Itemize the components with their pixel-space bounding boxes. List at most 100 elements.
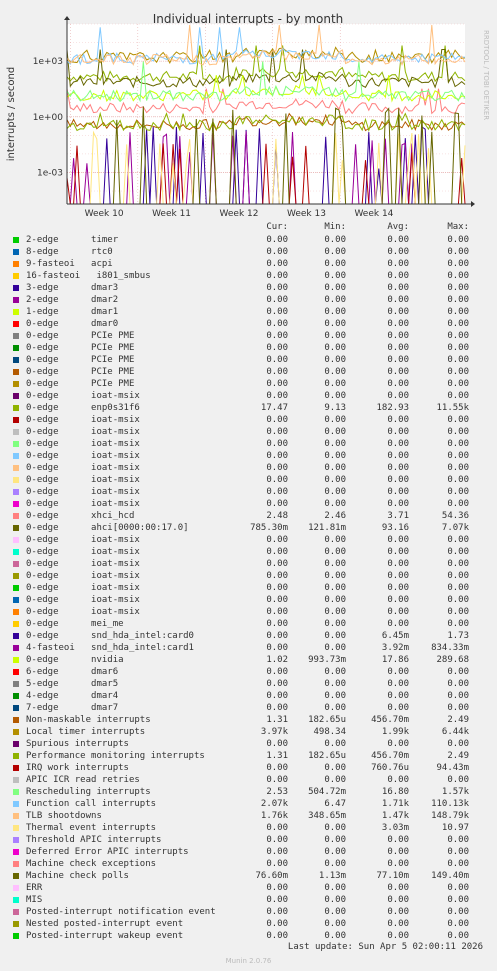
- legend-swatch: [13, 585, 19, 591]
- legend-row: 7-edge dmar7 0.00 0.00 0.00 0.00: [0, 702, 497, 714]
- legend-avg-value: 0.00: [387, 919, 409, 929]
- legend-avg-value: 0.00: [387, 283, 409, 293]
- legend-avg-value: 0.00: [387, 343, 409, 353]
- legend-label: Deferred Error APIC interrupts: [26, 847, 189, 857]
- legend-min-value: 504.72m: [308, 787, 346, 797]
- legend-label: 0-edge ioat-msix: [26, 571, 140, 581]
- legend-row: 0-edge ioat-msix 0.00 0.00 0.00 0.00: [0, 474, 497, 486]
- legend-max-value: 0.00: [447, 847, 469, 857]
- legend-label: 4-fasteoi snd_hda_intel:card1: [26, 643, 194, 653]
- legend-label: 16-fasteoi i801_smbus: [26, 271, 151, 281]
- legend-row: 0-edge dmar0 0.00 0.00 0.00 0.00: [0, 318, 497, 330]
- legend-swatch: [13, 537, 19, 543]
- legend-swatch: [13, 705, 19, 711]
- legend-avg-value: 6.45m: [381, 631, 409, 641]
- legend-row: 0-edge ioat-msix 0.00 0.00 0.00 0.00: [0, 414, 497, 426]
- legend-swatch: [13, 609, 19, 615]
- x-tick-label: Week 10: [85, 209, 124, 219]
- legend-avg-value: 182.93: [376, 403, 409, 413]
- legend-swatch: [13, 837, 19, 843]
- legend-row: Machine check exceptions 0.00 0.00 0.00 0.00: [0, 858, 497, 870]
- legend-row: Rescheduling interrupts 2.53 504.72m 16.80 1…: [0, 786, 497, 798]
- legend-min-value: 0.00: [324, 919, 346, 929]
- legend-avg-value: 0.00: [387, 895, 409, 905]
- legend-cur-value: 0.00: [266, 463, 288, 473]
- legend-min-value: 0.00: [324, 439, 346, 449]
- legend-swatch: [13, 513, 19, 519]
- legend-label: Posted-interrupt wakeup event: [26, 931, 184, 941]
- legend-swatch: [13, 525, 19, 531]
- legend-row: 0-edge PCIe PME 0.00 0.00 0.00 0.00: [0, 354, 497, 366]
- legend-swatch: [13, 309, 19, 315]
- legend-label: 2-edge timer: [26, 235, 119, 245]
- legend-row: 0-edge xhci_hcd 2.48 2.46 3.71 54.36: [0, 510, 497, 522]
- legend-label: 9-fasteoi acpi: [26, 259, 113, 269]
- legend-label: 0-edge xhci_hcd: [26, 511, 135, 521]
- legend-row: 0-edge ioat-msix 0.00 0.00 0.00 0.00: [0, 606, 497, 618]
- legend-max-value: 0.00: [447, 583, 469, 593]
- legend-row: 4-fasteoi snd_hda_intel:card1 0.00 0.00 3.9…: [0, 642, 497, 654]
- legend-label: 0-edge PCIe PME: [26, 343, 135, 353]
- col-header-avg: Avg:: [387, 222, 409, 232]
- legend-label: Thermal event interrupts: [26, 823, 157, 833]
- legend-avg-value: 0.00: [387, 259, 409, 269]
- legend-swatch: [13, 321, 19, 327]
- legend-cur-value: 0.00: [266, 427, 288, 437]
- legend-min-value: 0.00: [324, 475, 346, 485]
- legend-row: 0-edge ioat-msix 0.00 0.00 0.00 0.00: [0, 390, 497, 402]
- legend-max-value: 0.00: [447, 619, 469, 629]
- legend-label: 0-edge PCIe PME: [26, 367, 135, 377]
- legend-min-value: 0.00: [324, 415, 346, 425]
- legend-label: 0-edge ioat-msix: [26, 487, 140, 497]
- legend-label: 0-edge enp0s31f6: [26, 403, 140, 413]
- legend-avg-value: 0.00: [387, 499, 409, 509]
- legend-swatch: [13, 873, 19, 879]
- legend-avg-value: 0.00: [387, 835, 409, 845]
- legend-min-value: 0.00: [324, 271, 346, 281]
- legend-label: IRQ work interrupts: [26, 763, 129, 773]
- legend-max-value: 0.00: [447, 439, 469, 449]
- legend-max-value: 0.00: [447, 259, 469, 269]
- legend-cur-value: 1.31: [266, 751, 288, 761]
- legend-cur-value: 0.00: [266, 307, 288, 317]
- legend-min-value: 0.00: [324, 559, 346, 569]
- legend-max-value: 0.00: [447, 931, 469, 941]
- legend-max-value: 289.68: [436, 655, 469, 665]
- legend-avg-value: 0.00: [387, 355, 409, 365]
- legend-label: 0-edge ahci[0000:00:17.0]: [26, 523, 189, 533]
- legend-label: Nested posted-interrupt event: [26, 919, 184, 929]
- legend-swatch: [13, 741, 19, 747]
- legend-label: Machine check polls: [26, 871, 129, 881]
- legend-max-value: 0.00: [447, 739, 469, 749]
- legend-avg-value: 0.00: [387, 739, 409, 749]
- legend-max-value: 0.00: [447, 703, 469, 713]
- legend-swatch: [13, 885, 19, 891]
- legend-cur-value: 0.00: [266, 775, 288, 785]
- legend-swatch: [13, 417, 19, 423]
- legend-cur-value: 0.00: [266, 535, 288, 545]
- legend-max-value: 0.00: [447, 595, 469, 605]
- legend-min-value: 348.65m: [308, 811, 346, 821]
- legend-max-value: 834.33m: [431, 643, 469, 653]
- legend-swatch: [13, 669, 19, 675]
- legend-swatch: [13, 261, 19, 267]
- legend-row: 0-edge ioat-msix 0.00 0.00 0.00 0.00: [0, 570, 497, 582]
- legend-max-value: 0.00: [447, 907, 469, 917]
- legend-avg-value: 0.00: [387, 847, 409, 857]
- legend-swatch: [13, 897, 19, 903]
- legend-avg-value: 93.16: [381, 523, 409, 533]
- legend-cur-value: 0.00: [266, 631, 288, 641]
- legend-avg-value: 0.00: [387, 415, 409, 425]
- legend-swatch: [13, 405, 19, 411]
- legend-swatch: [13, 357, 19, 363]
- legend-cur-value: 0.00: [266, 379, 288, 389]
- legend-swatch: [13, 825, 19, 831]
- legend-swatch: [13, 465, 19, 471]
- legend-label: 0-edge snd_hda_intel:card0: [26, 631, 194, 641]
- legend-max-value: 0.00: [447, 499, 469, 509]
- legend-min-value: 498.34: [313, 727, 346, 737]
- legend-avg-value: 0.00: [387, 439, 409, 449]
- legend-cur-value: 0.00: [266, 271, 288, 281]
- legend-max-value: 148.79k: [431, 811, 469, 821]
- legend-cur-value: 0.00: [266, 319, 288, 329]
